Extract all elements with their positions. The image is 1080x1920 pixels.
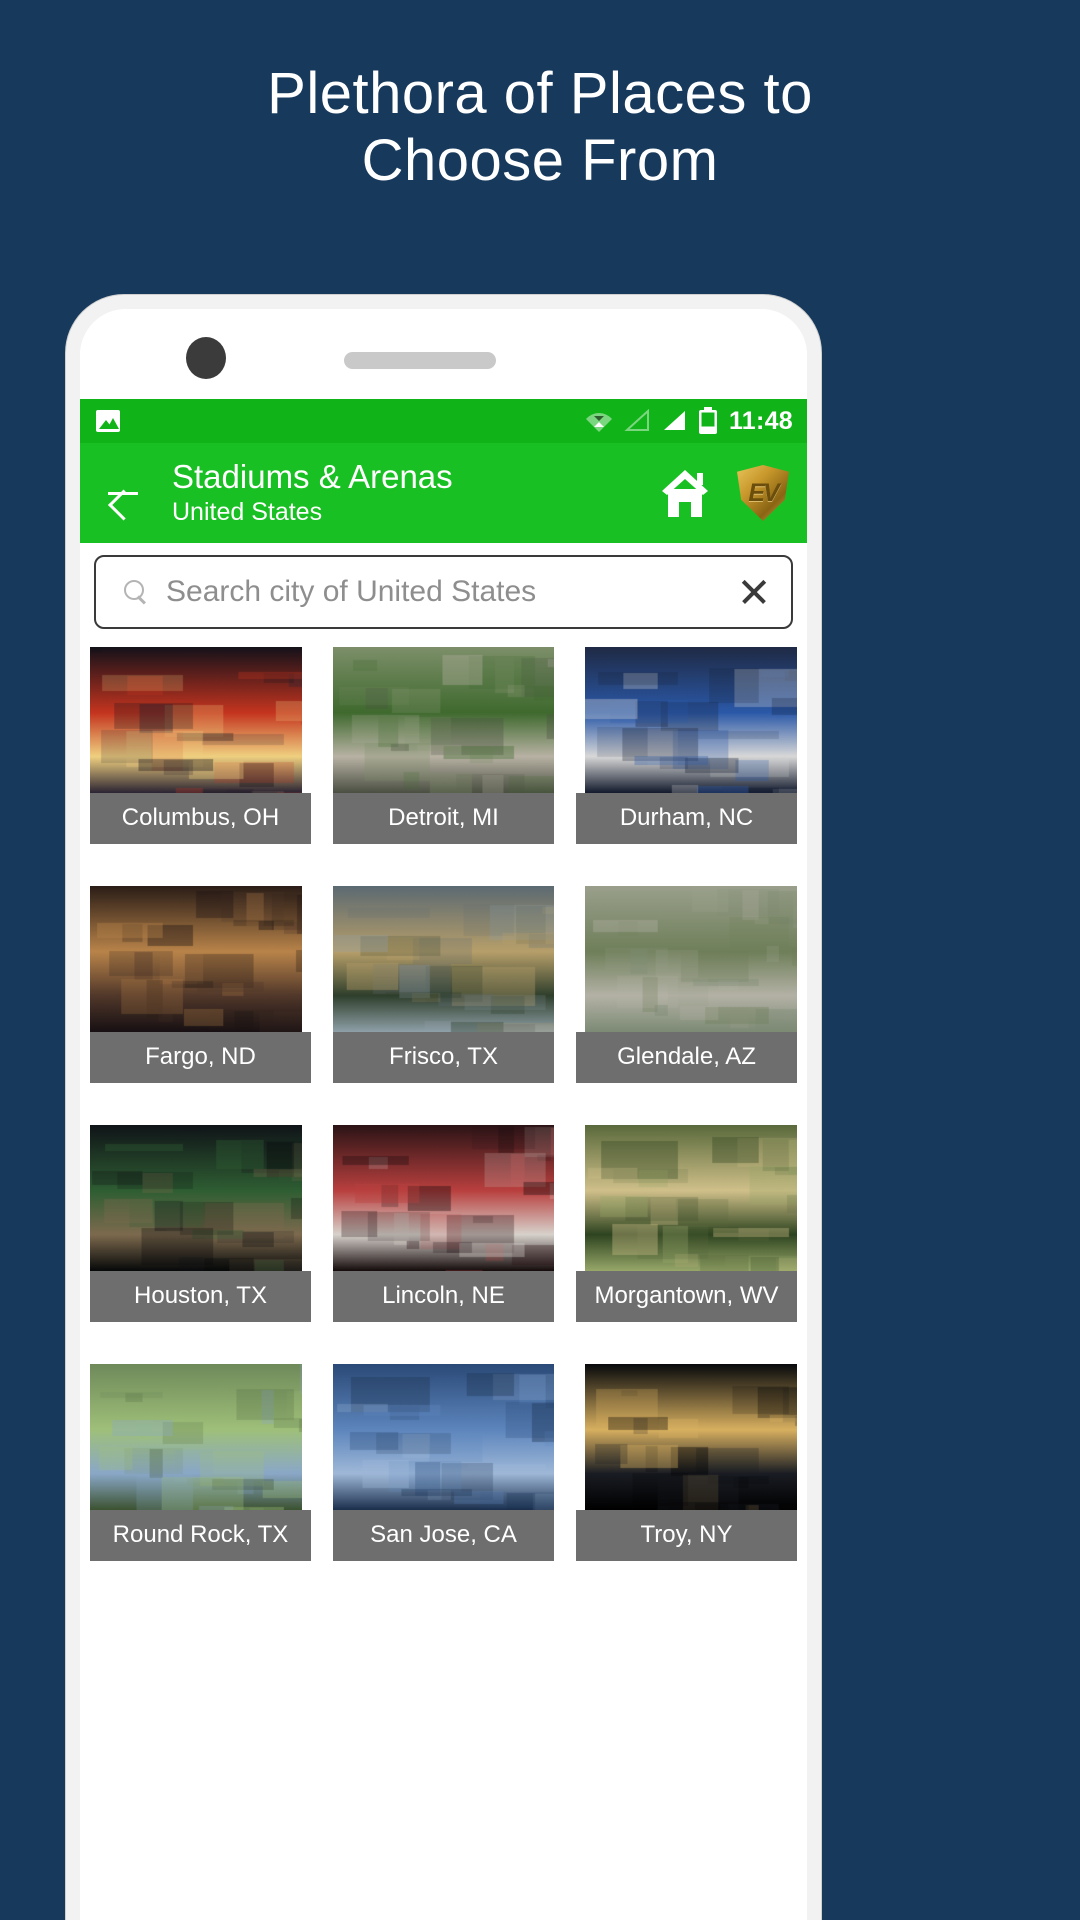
place-card[interactable]: Glendale, AZ [576,886,797,1083]
earpiece-speaker [344,352,496,369]
status-bar: 11:48 [80,399,807,443]
place-thumbnail[interactable] [90,886,303,1032]
logo-text: EV [748,478,779,507]
place-thumbnail[interactable] [584,647,797,793]
place-card[interactable]: Frisco, TX [333,886,554,1083]
search-icon [124,580,148,604]
place-label: Lincoln, NE [333,1271,554,1322]
signal-full-icon [663,411,685,430]
photo-icon [96,410,120,432]
place-thumbnail[interactable] [90,1125,303,1271]
place-card[interactable]: Columbus, OH [90,647,311,844]
search-placeholder: Search city of United States [166,575,537,608]
place-label: Round Rock, TX [90,1510,311,1561]
place-thumbnail[interactable] [333,886,554,1032]
app-bar-actions: EV [659,465,789,521]
place-card[interactable]: Houston, TX [90,1125,311,1322]
status-bar-right: 11:48 [585,407,793,436]
status-bar-left [96,410,120,432]
phone-mockup: 11:48 Stadiums & Arenas United States EV… [66,295,821,1920]
back-arrow-icon[interactable] [102,471,146,515]
app-bar: Stadiums & Arenas United States EV [80,443,807,543]
search-input[interactable]: Search city of United States [94,555,793,629]
phone-bezel-top [80,309,807,399]
place-card[interactable]: Fargo, ND [90,886,311,1083]
place-card[interactable]: San Jose, CA [333,1364,554,1561]
place-card[interactable]: Durham, NC [576,647,797,844]
place-card[interactable]: Round Rock, TX [90,1364,311,1561]
place-label: Houston, TX [90,1271,311,1322]
place-label: Columbus, OH [90,793,311,844]
place-thumbnail[interactable] [333,1364,554,1510]
battery-icon [698,407,717,434]
place-label: San Jose, CA [333,1510,554,1561]
page-title: Stadiums & Arenas [172,457,453,495]
place-card[interactable]: Detroit, MI [333,647,554,844]
ev-shield-logo[interactable]: EV [737,465,789,521]
home-icon[interactable] [659,469,711,517]
place-thumbnail[interactable] [90,1364,303,1510]
place-label: Fargo, ND [90,1032,311,1083]
place-thumbnail[interactable] [90,647,303,793]
status-bar-clock: 11:48 [728,406,793,435]
place-thumbnail[interactable] [584,886,797,1032]
close-icon[interactable] [737,575,771,609]
place-thumbnail[interactable] [584,1125,797,1271]
place-label: Glendale, AZ [576,1032,797,1083]
place-label: Frisco, TX [333,1032,554,1083]
app-bar-titles: Stadiums & Arenas United States [172,457,453,528]
page-subtitle: United States [172,498,323,527]
home-door [679,502,691,517]
place-card[interactable]: Lincoln, NE [333,1125,554,1322]
place-label: Troy, NY [576,1510,797,1561]
place-label: Detroit, MI [333,793,554,844]
place-card[interactable]: Morgantown, WV [576,1125,797,1322]
place-label: Durham, NC [576,793,797,844]
signal-empty-icon [624,409,649,431]
search-container: Search city of United States [80,543,807,639]
place-thumbnail[interactable] [333,1125,554,1271]
phone-screen: 11:48 Stadiums & Arenas United States EV… [80,309,807,1920]
wifi-icon [585,413,612,432]
place-thumbnail[interactable] [584,1364,797,1510]
place-label: Morgantown, WV [576,1271,797,1322]
place-card[interactable]: Troy, NY [576,1364,797,1561]
front-camera-icon [186,337,226,379]
places-grid: Columbus, OH Detroit, MI Durham, NC Fargo, … [80,639,807,1561]
place-thumbnail[interactable] [333,647,554,793]
promo-headline: Plethora of Places to Choose From [267,61,813,194]
